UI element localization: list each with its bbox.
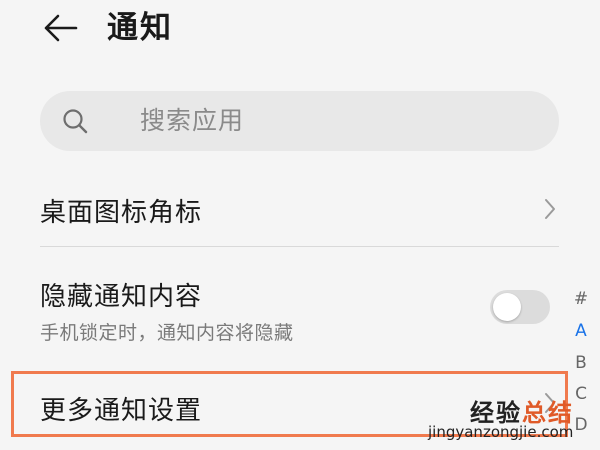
hide-content-label: 隐藏通知内容 — [40, 282, 203, 312]
badge-setting-label: 桌面图标角标 — [40, 198, 203, 228]
index-letter-a[interactable]: A — [568, 321, 594, 341]
divider — [40, 246, 559, 247]
search-placeholder: 搜索应用 — [140, 106, 245, 135]
more-notification-settings-row[interactable]: 更多通知设置 — [0, 372, 600, 436]
chevron-right-icon — [545, 199, 555, 219]
index-letter-d[interactable]: D — [568, 415, 594, 435]
hide-content-description: 手机锁定时，通知内容将隐藏 — [40, 322, 294, 344]
badge-setting-row[interactable]: 桌面图标角标 — [0, 172, 600, 246]
page-title: 通知 — [107, 10, 173, 46]
chevron-right-icon — [545, 393, 555, 413]
more-settings-label: 更多通知设置 — [40, 396, 203, 426]
arrow-left-icon — [44, 14, 78, 42]
index-letter-b[interactable]: B — [568, 353, 594, 373]
search-icon — [63, 109, 88, 134]
hide-content-toggle[interactable] — [490, 290, 550, 324]
index-letter-hash[interactable]: # — [568, 289, 594, 309]
header: 通知 — [0, 0, 600, 68]
toggle-knob — [493, 293, 521, 321]
back-button[interactable] — [38, 8, 82, 48]
search-input[interactable]: 搜索应用 — [40, 91, 559, 151]
index-letter-c[interactable]: C — [568, 384, 594, 404]
